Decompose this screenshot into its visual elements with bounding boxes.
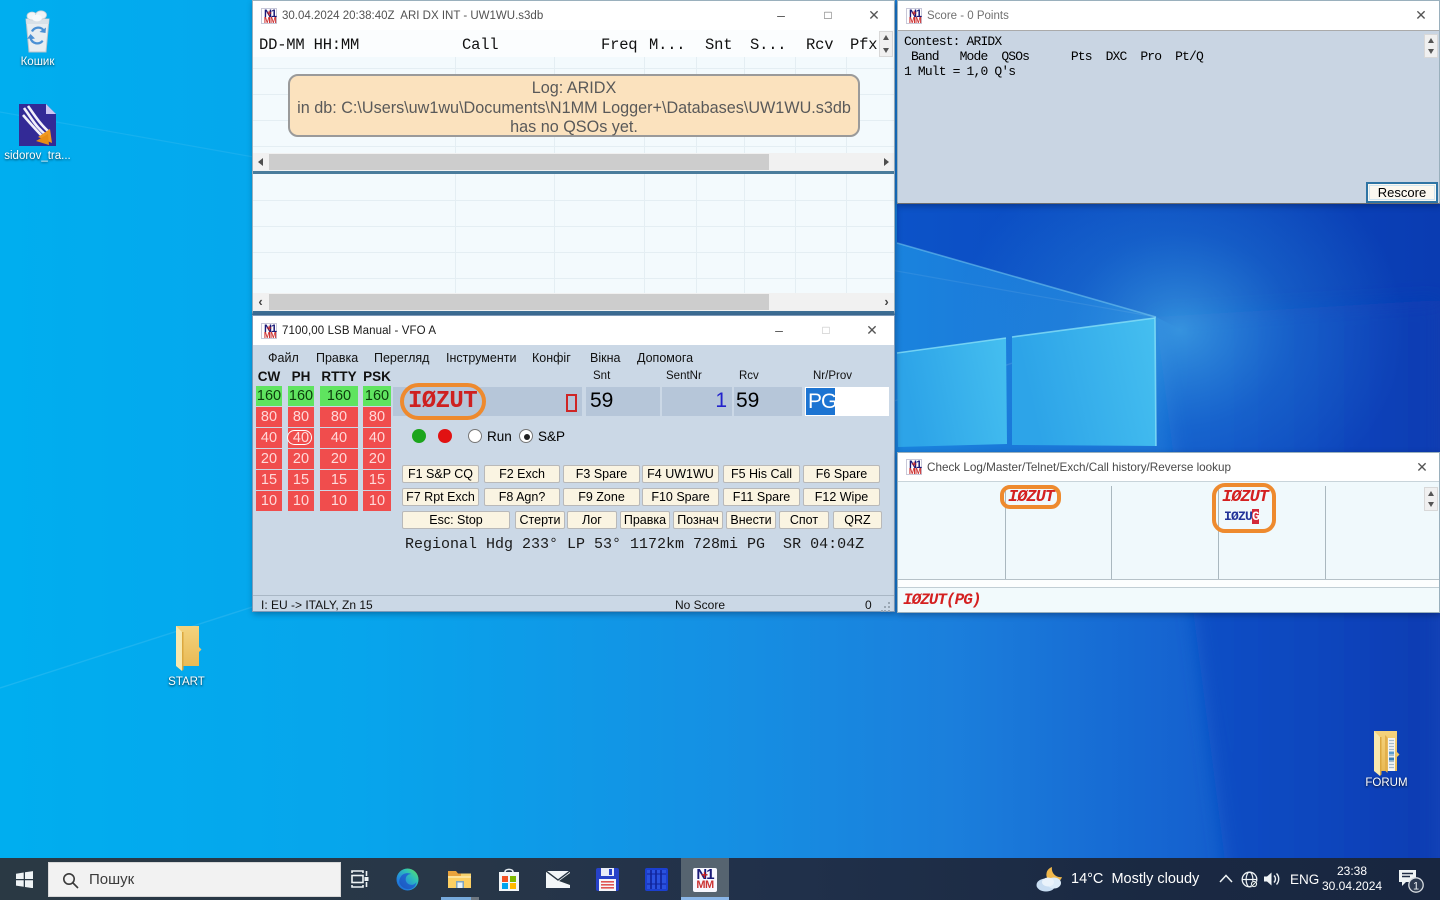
svg-text:1: 1 bbox=[1413, 881, 1419, 893]
